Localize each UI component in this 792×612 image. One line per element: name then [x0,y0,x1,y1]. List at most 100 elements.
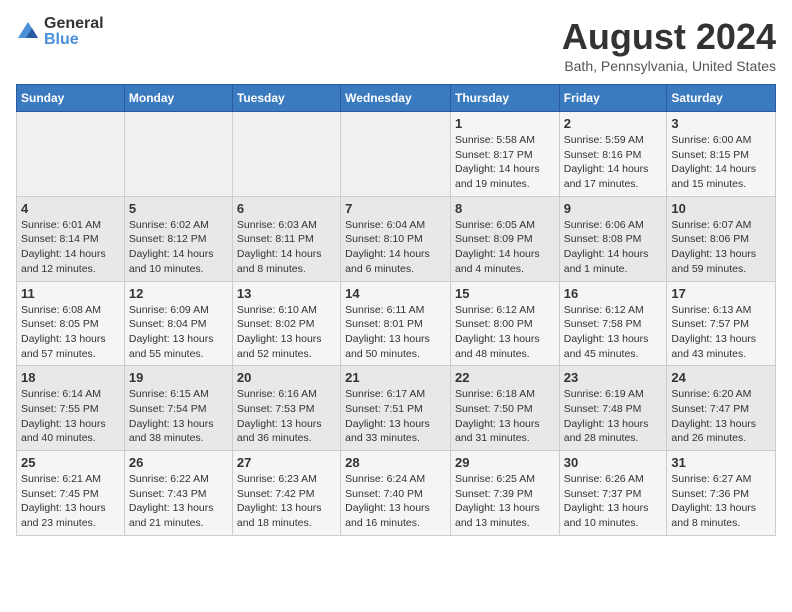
day-cell: 19Sunrise: 6:15 AMSunset: 7:54 PMDayligh… [124,366,232,451]
day-number: 10 [671,201,771,216]
day-info: Sunrise: 6:16 AMSunset: 7:53 PMDaylight:… [237,387,336,446]
day-cell: 24 Sunrise: 6:20 AMSunset: 7:47 PMDayligh… [667,366,776,451]
day-cell: 30 Sunrise: 6:26 AMSunset: 7:37 PMDayligh… [559,451,667,536]
day-cell: 7 Sunrise: 6:04 AMSunset: 8:10 PMDaylight… [341,196,451,281]
day-number: 17 [671,286,771,301]
day-number: 18 [21,370,120,385]
day-cell [124,112,232,197]
day-number: 1 [455,116,555,131]
day-number: 8 [455,201,555,216]
day-info: Sunrise: 6:14 AMSunset: 7:55 PMDaylight:… [21,387,120,446]
day-info: Sunrise: 6:12 AMSunset: 8:00 PMDaylight:… [455,303,555,362]
day-number: 15 [455,286,555,301]
day-number: 14 [345,286,446,301]
day-info: Sunrise: 6:23 AMSunset: 7:42 PMDaylight:… [237,472,336,531]
day-cell: 10 Sunrise: 6:07 AMSunset: 8:06 PMDayligh… [667,196,776,281]
day-number: 13 [237,286,336,301]
day-cell: 26 Sunrise: 6:22 AMSunset: 7:43 PMDayligh… [124,451,232,536]
logo-text: General Blue [44,16,104,48]
week-row-3: 11Sunrise: 6:08 AMSunset: 8:05 PMDayligh… [17,281,776,366]
calendar-body: 1 Sunrise: 5:58 AMSunset: 8:17 PMDaylight… [17,112,776,536]
day-number: 26 [129,455,228,470]
header-tuesday: Tuesday [232,85,340,112]
day-cell: 25Sunrise: 6:21 AMSunset: 7:45 PMDayligh… [17,451,125,536]
day-number: 24 [671,370,771,385]
day-number: 21 [345,370,446,385]
day-info: Sunrise: 6:02 AMSunset: 8:12 PMDaylight:… [129,218,228,277]
page-header: General Blue August 2024 Bath, Pennsylva… [16,16,776,74]
day-cell: 2Sunrise: 5:59 AMSunset: 8:16 PMDaylight… [559,112,667,197]
day-number: 7 [345,201,446,216]
day-cell: 12Sunrise: 6:09 AMSunset: 8:04 PMDayligh… [124,281,232,366]
day-number: 3 [671,116,771,131]
day-info: Sunrise: 6:25 AMSunset: 7:39 PMDaylight:… [455,472,555,531]
day-number: 25 [21,455,120,470]
day-info: Sunrise: 6:26 AMSunset: 7:37 PMDaylight:… [564,472,663,531]
day-info: Sunrise: 6:20 AMSunset: 7:47 PMDaylight:… [671,387,771,446]
day-info: Sunrise: 6:15 AMSunset: 7:54 PMDaylight:… [129,387,228,446]
day-cell: 28Sunrise: 6:24 AMSunset: 7:40 PMDayligh… [341,451,451,536]
day-cell: 5 Sunrise: 6:02 AMSunset: 8:12 PMDaylight… [124,196,232,281]
month-year-title: August 2024 [562,16,776,58]
day-info: Sunrise: 6:12 AMSunset: 7:58 PMDaylight:… [564,303,663,362]
day-cell: 18 Sunrise: 6:14 AMSunset: 7:55 PMDayligh… [17,366,125,451]
day-number: 29 [455,455,555,470]
day-number: 20 [237,370,336,385]
day-cell: 21 Sunrise: 6:17 AMSunset: 7:51 PMDayligh… [341,366,451,451]
day-cell: 17 Sunrise: 6:13 AMSunset: 7:57 PMDayligh… [667,281,776,366]
day-info: Sunrise: 6:01 AMSunset: 8:14 PMDaylight:… [21,218,120,277]
calendar-header: SundayMondayTuesdayWednesdayThursdayFrid… [17,85,776,112]
day-number: 28 [345,455,446,470]
day-cell: 20 Sunrise: 6:16 AMSunset: 7:53 PMDayligh… [232,366,340,451]
day-number: 23 [564,370,663,385]
header-sunday: Sunday [17,85,125,112]
day-number: 11 [21,286,120,301]
day-info: Sunrise: 5:58 AMSunset: 8:17 PMDaylight:… [455,133,555,192]
day-number: 27 [237,455,336,470]
day-cell: 8Sunrise: 6:05 AMSunset: 8:09 PMDaylight… [450,196,559,281]
day-info: Sunrise: 6:00 AMSunset: 8:15 PMDaylight:… [671,133,771,192]
logo: General Blue [16,16,104,48]
day-cell: 14 Sunrise: 6:11 AMSunset: 8:01 PMDayligh… [341,281,451,366]
day-cell: 16 Sunrise: 6:12 AMSunset: 7:58 PMDayligh… [559,281,667,366]
day-cell: 13 Sunrise: 6:10 AMSunset: 8:02 PMDayligh… [232,281,340,366]
day-cell: 23Sunrise: 6:19 AMSunset: 7:48 PMDayligh… [559,366,667,451]
day-info: Sunrise: 6:09 AMSunset: 8:04 PMDaylight:… [129,303,228,362]
day-cell: 29 Sunrise: 6:25 AMSunset: 7:39 PMDayligh… [450,451,559,536]
header-wednesday: Wednesday [341,85,451,112]
day-cell: 6Sunrise: 6:03 AMSunset: 8:11 PMDaylight… [232,196,340,281]
title-block: August 2024 Bath, Pennsylvania, United S… [562,16,776,74]
day-info: Sunrise: 6:10 AMSunset: 8:02 PMDaylight:… [237,303,336,362]
day-cell [232,112,340,197]
day-number: 30 [564,455,663,470]
day-info: Sunrise: 6:27 AMSunset: 7:36 PMDaylight:… [671,472,771,531]
day-info: Sunrise: 6:04 AMSunset: 8:10 PMDaylight:… [345,218,446,277]
day-number: 16 [564,286,663,301]
header-row: SundayMondayTuesdayWednesdayThursdayFrid… [17,85,776,112]
day-cell: 15 Sunrise: 6:12 AMSunset: 8:00 PMDayligh… [450,281,559,366]
day-number: 9 [564,201,663,216]
day-number: 22 [455,370,555,385]
week-row-4: 18 Sunrise: 6:14 AMSunset: 7:55 PMDayligh… [17,366,776,451]
day-cell [341,112,451,197]
day-cell: 27 Sunrise: 6:23 AMSunset: 7:42 PMDayligh… [232,451,340,536]
day-info: Sunrise: 6:11 AMSunset: 8:01 PMDaylight:… [345,303,446,362]
day-cell: 31Sunrise: 6:27 AMSunset: 7:36 PMDayligh… [667,451,776,536]
logo-icon [16,20,40,44]
day-info: Sunrise: 6:17 AMSunset: 7:51 PMDaylight:… [345,387,446,446]
day-info: Sunrise: 6:13 AMSunset: 7:57 PMDaylight:… [671,303,771,362]
day-info: Sunrise: 6:22 AMSunset: 7:43 PMDaylight:… [129,472,228,531]
day-info: Sunrise: 6:07 AMSunset: 8:06 PMDaylight:… [671,218,771,277]
calendar-table: SundayMondayTuesdayWednesdayThursdayFrid… [16,84,776,536]
day-info: Sunrise: 6:18 AMSunset: 7:50 PMDaylight:… [455,387,555,446]
day-info: Sunrise: 6:03 AMSunset: 8:11 PMDaylight:… [237,218,336,277]
day-number: 5 [129,201,228,216]
day-cell: 3 Sunrise: 6:00 AMSunset: 8:15 PMDaylight… [667,112,776,197]
week-row-5: 25Sunrise: 6:21 AMSunset: 7:45 PMDayligh… [17,451,776,536]
day-number: 4 [21,201,120,216]
day-cell [17,112,125,197]
day-cell: 1 Sunrise: 5:58 AMSunset: 8:17 PMDaylight… [450,112,559,197]
header-saturday: Saturday [667,85,776,112]
day-info: Sunrise: 5:59 AMSunset: 8:16 PMDaylight:… [564,133,663,192]
day-cell: 22 Sunrise: 6:18 AMSunset: 7:50 PMDayligh… [450,366,559,451]
